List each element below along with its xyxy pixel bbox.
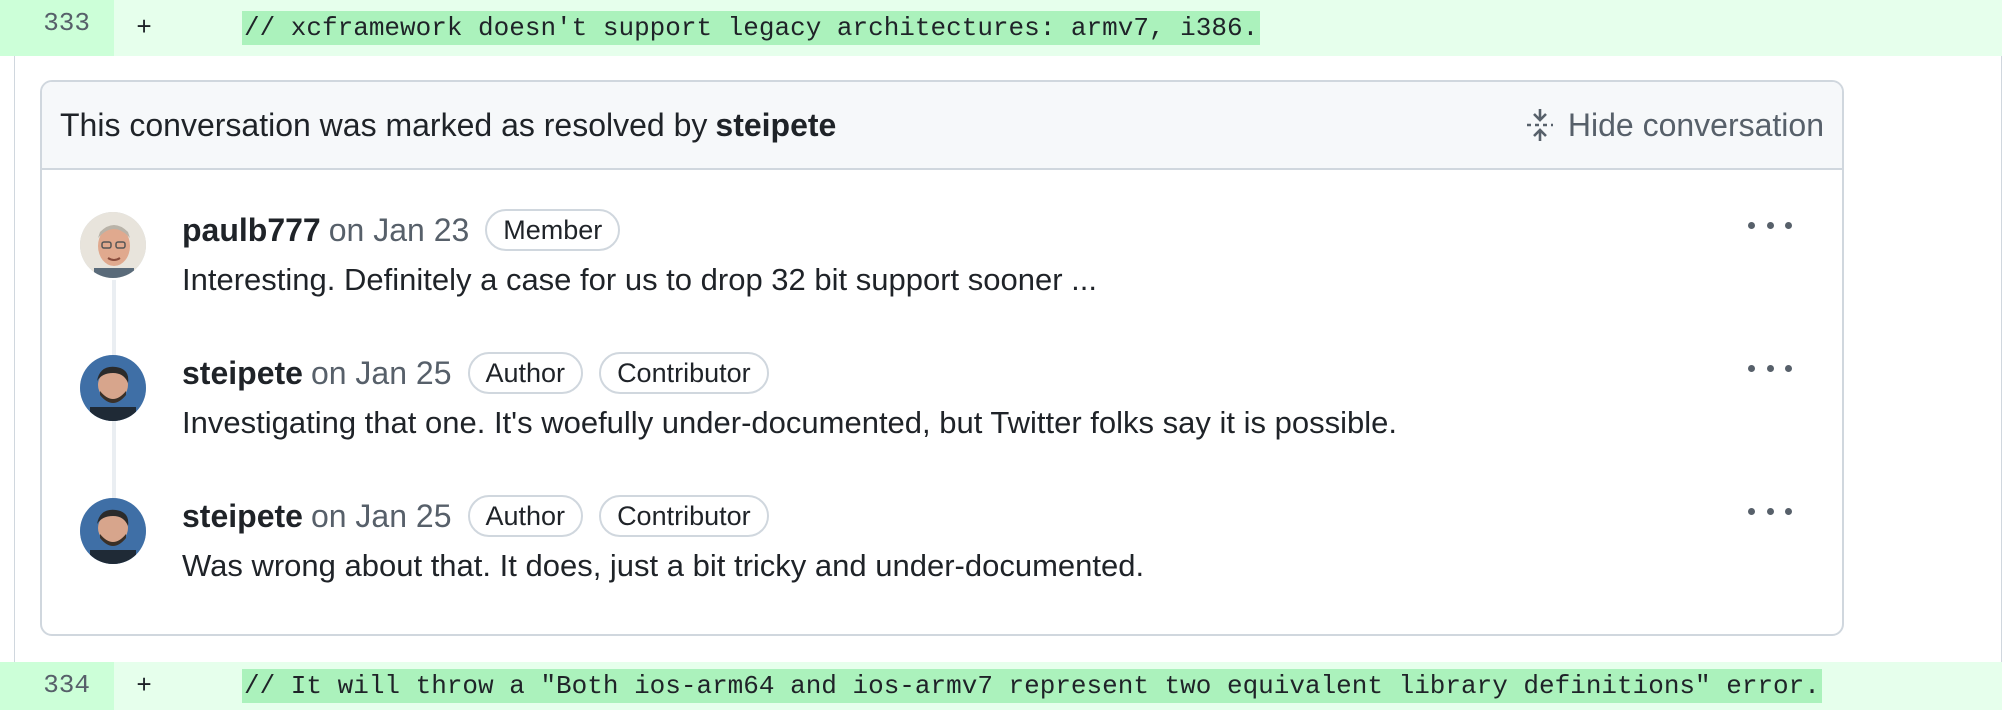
- comment-body: Was wrong about that. It does, just a bi…: [182, 548, 1145, 583]
- comment-item: steipete on Jan 25 Author Contributor In…: [42, 339, 1842, 482]
- kebab-dot: [1766, 507, 1774, 515]
- comment-options-button[interactable]: [1748, 496, 1792, 526]
- hide-conversation-label: Hide conversation: [1567, 106, 1824, 143]
- thread-header: This conversation was marked as resolved…: [42, 82, 1842, 170]
- author-badge: Author: [467, 495, 584, 537]
- comment-author[interactable]: paulb777: [182, 212, 321, 249]
- line-number[interactable]: 334: [0, 662, 114, 710]
- kebab-dot: [1785, 364, 1792, 372]
- diff-code: // xcframework doesn't support legacy ar…: [174, 11, 1261, 45]
- diff-add-marker: +: [136, 13, 152, 43]
- comment-timestamp[interactable]: on Jan 25: [311, 498, 452, 535]
- comment-header: steipete on Jan 25 Author Contributor: [182, 492, 769, 540]
- comment-author[interactable]: steipete: [182, 498, 303, 535]
- fold-icon: [1526, 107, 1554, 143]
- member-badge: Member: [485, 209, 621, 251]
- contributor-badge: Contributor: [599, 352, 769, 394]
- comment-list: paulb777 on Jan 23 Member Interesting. D…: [42, 170, 1842, 625]
- comment-item: paulb777 on Jan 23 Member Interesting. D…: [42, 196, 1842, 339]
- resolved-notice: This conversation was marked as resolved…: [60, 107, 836, 144]
- diff-add-marker: +: [136, 671, 152, 701]
- kebab-dot: [1766, 364, 1774, 372]
- comment-author[interactable]: steipete: [182, 355, 303, 392]
- kebab-horizontal-icon: [1748, 507, 1755, 515]
- contributor-badge: Contributor: [599, 495, 769, 537]
- diff-line-334: 334 + // It will throw a "Both ios-arm64…: [0, 662, 2002, 710]
- diff-gutter: [0, 56, 15, 662]
- comment-options-button[interactable]: [1748, 210, 1792, 240]
- comment-body: Interesting. Definitely a case for us to…: [182, 262, 1097, 297]
- code-highlight: // It will throw a "Both ios-arm64 and i…: [242, 669, 1822, 703]
- hide-conversation-button[interactable]: Hide conversation: [1526, 107, 1824, 144]
- comment-header: paulb777 on Jan 23 Member: [182, 206, 621, 254]
- resolved-by-user[interactable]: steipete: [715, 107, 836, 143]
- comment-timestamp[interactable]: on Jan 25: [311, 355, 452, 392]
- line-number[interactable]: 333: [0, 0, 114, 56]
- avatar-paulb777[interactable]: [80, 212, 146, 278]
- kebab-dot: [1766, 221, 1774, 229]
- kebab-horizontal-icon: [1748, 364, 1755, 372]
- review-thread-container: This conversation was marked as resolved…: [0, 56, 2002, 662]
- kebab-horizontal-icon: [1748, 221, 1755, 229]
- comment-body: Investigating that one. It's woefully un…: [182, 405, 1397, 440]
- comment-header: steipete on Jan 25 Author Contributor: [182, 349, 769, 397]
- diff-code: // It will throw a "Both ios-arm64 and i…: [174, 669, 1822, 703]
- kebab-dot: [1785, 507, 1792, 515]
- comment-timestamp[interactable]: on Jan 23: [329, 212, 470, 249]
- comment-item: steipete on Jan 25 Author Contributor Wa…: [42, 482, 1842, 625]
- avatar-steipete[interactable]: [80, 498, 146, 564]
- resolved-prefix: This conversation was marked as resolved…: [60, 106, 708, 143]
- kebab-dot: [1785, 221, 1792, 229]
- comment-options-button[interactable]: [1748, 353, 1792, 383]
- code-highlight: // xcframework doesn't support legacy ar…: [242, 11, 1261, 45]
- review-thread: This conversation was marked as resolved…: [40, 80, 1844, 636]
- avatar-steipete[interactable]: [80, 355, 146, 421]
- diff-line-333: 333 + // xcframework doesn't support leg…: [0, 0, 2002, 56]
- author-badge: Author: [467, 352, 584, 394]
